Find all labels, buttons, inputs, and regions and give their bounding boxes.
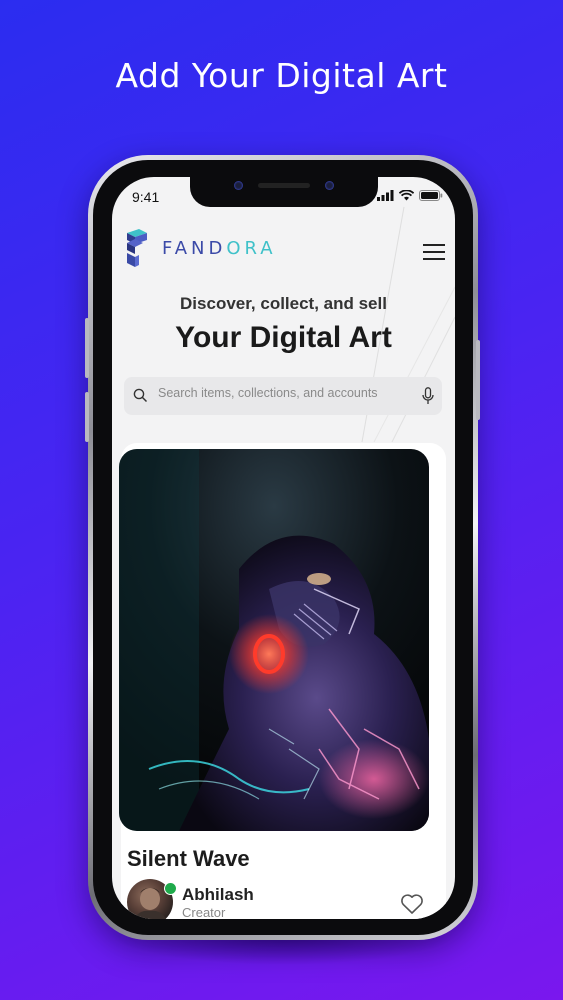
side-button	[85, 318, 89, 378]
artwork-title[interactable]: Silent Wave	[127, 846, 250, 872]
background-lines	[361, 206, 455, 443]
notch	[190, 177, 378, 207]
creator-name[interactable]: Abhilash	[182, 885, 254, 905]
side-button	[476, 340, 480, 420]
wifi-icon	[399, 190, 414, 201]
featured-artwork[interactable]	[119, 449, 429, 831]
signal-icon	[377, 190, 394, 201]
brand-primary: FAND	[162, 238, 227, 259]
hero-headline: Your Digital Art	[175, 321, 392, 354]
battery-icon	[419, 190, 443, 201]
logo-icon[interactable]	[125, 229, 149, 269]
camera-icon	[234, 181, 243, 190]
status-icons	[377, 190, 443, 201]
mic-icon[interactable]	[422, 387, 434, 405]
hero-subtitle: Discover, collect, and sell	[180, 294, 387, 313]
heart-icon[interactable]	[400, 893, 424, 915]
creator-role: Creator	[182, 905, 226, 919]
search-bar[interactable]	[124, 377, 442, 415]
brand-name[interactable]: FANDORA	[162, 238, 277, 259]
online-status-dot	[164, 882, 177, 895]
brand-accent: ORA	[226, 238, 277, 259]
search-input[interactable]	[158, 386, 408, 400]
status-time: 9:41	[132, 189, 160, 205]
phone-screen: 9:41 FANDORA Discover, collect, and sell…	[112, 177, 455, 919]
camera-icon	[325, 181, 334, 190]
search-icon	[133, 388, 148, 403]
promo-title: Add Your Digital Art	[115, 56, 448, 95]
side-button	[85, 392, 89, 442]
menu-icon[interactable]	[423, 244, 445, 262]
speaker	[258, 183, 310, 188]
